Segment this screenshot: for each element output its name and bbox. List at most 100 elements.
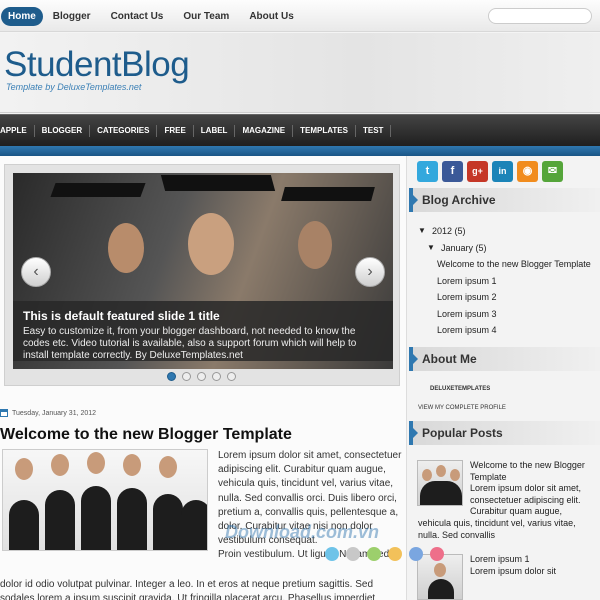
category-apple[interactable]: APPLE xyxy=(0,124,35,137)
popular-post-1-title[interactable]: Welcome to the new Blogger Template xyxy=(470,460,585,482)
google-plus-icon[interactable]: g+ xyxy=(467,161,488,182)
search-input[interactable] xyxy=(488,8,592,24)
archive-year-count: (5) xyxy=(454,226,466,236)
slider-dot-4[interactable] xyxy=(212,372,221,381)
facebook-icon[interactable]: f xyxy=(442,161,463,182)
archive-post-link[interactable]: Lorem ipsum 3 xyxy=(418,306,591,323)
linkedin-icon[interactable]: in xyxy=(492,161,513,182)
watermark-dot xyxy=(346,547,360,561)
site-tagline: Template by DeluxeTemplates.net xyxy=(6,82,142,92)
category-templates[interactable]: TEMPLATES xyxy=(293,124,356,137)
site-header: StudentBlog Template by DeluxeTemplates.… xyxy=(0,33,600,113)
post-body-full: dolor id odio volutpat pulvinar. Integer… xyxy=(0,579,376,600)
person-shape xyxy=(420,481,462,505)
slide-text: Easy to customize it, from your blogger … xyxy=(23,326,357,361)
student-face xyxy=(188,213,234,275)
popular-post-2-snippet: Lorem ipsum dolor sit xyxy=(470,565,557,576)
watermark-dots xyxy=(325,547,451,561)
popular-post-1: Welcome to the new Blogger Template Lore… xyxy=(470,460,590,518)
archive-post-link[interactable]: Lorem ipsum 2 xyxy=(418,289,591,306)
popular-post-2-title[interactable]: Lorem ipsum 1 xyxy=(470,554,530,564)
email-icon[interactable]: ✉ xyxy=(542,161,563,182)
person-head xyxy=(51,454,69,476)
about-me-heading: About Me xyxy=(409,347,600,371)
graduation-cap-shape xyxy=(50,183,146,197)
twitter-icon[interactable]: t xyxy=(417,161,438,182)
category-categories[interactable]: CATEGORIES xyxy=(90,124,158,137)
post-date: Tuesday, January 31, 2012 xyxy=(0,409,96,417)
person-head xyxy=(87,452,105,474)
category-test[interactable]: TEST xyxy=(356,124,392,137)
social-icons: t f g+ in ◉ ✉ xyxy=(417,161,567,182)
slide-title[interactable]: This is default featured slide 1 title xyxy=(23,309,383,323)
person-shape xyxy=(181,500,207,550)
nav-contact-us[interactable]: Contact Us xyxy=(101,7,174,26)
nav-home[interactable]: Home xyxy=(1,7,43,26)
watermark-dot xyxy=(367,547,381,561)
blog-archive-list: ▼ 2012 (5) ▼ January (5) Welcome to the … xyxy=(418,223,591,339)
category-bar: APPLE BLOGGER CATEGORIES FREE LABEL MAGA… xyxy=(0,114,600,146)
watermark-dot xyxy=(430,547,444,561)
slider-next-button[interactable]: › xyxy=(355,257,385,287)
archive-month[interactable]: January xyxy=(441,240,473,257)
person-shape xyxy=(153,494,183,550)
post-image xyxy=(2,449,208,551)
person-head xyxy=(436,465,446,477)
archive-post-link[interactable]: Lorem ipsum 1 xyxy=(418,273,591,290)
rss-icon[interactable]: ◉ xyxy=(517,161,538,182)
nav-our-team[interactable]: Our Team xyxy=(173,7,239,26)
featured-slide-image[interactable]: This is default featured slide 1 title E… xyxy=(13,173,393,369)
person-shape xyxy=(81,486,111,550)
student-face xyxy=(298,221,332,269)
slider-pagination xyxy=(167,372,242,381)
category-free[interactable]: FREE xyxy=(157,124,194,137)
slider-dot-3[interactable] xyxy=(197,372,206,381)
category-label[interactable]: LABEL xyxy=(194,124,236,137)
watermark-dot xyxy=(325,547,339,561)
popular-post-1-snippet-continued: vehicula quis, tincidunt vel, varius vit… xyxy=(418,518,576,540)
popular-post-1-snippet: Lorem ipsum dolor sit amet, consectetuer… xyxy=(470,483,582,516)
student-face xyxy=(108,223,144,273)
archive-month-row[interactable]: ▼ January (5) xyxy=(418,240,591,257)
popular-posts-heading: Popular Posts xyxy=(409,421,600,445)
popular-post-thumbnail[interactable] xyxy=(417,460,463,506)
calendar-icon xyxy=(0,409,8,417)
archive-month-count: (5) xyxy=(475,242,487,253)
archive-post-link[interactable]: Lorem ipsum 4 xyxy=(418,322,591,339)
watermark-dot xyxy=(409,547,423,561)
post-title[interactable]: Welcome to the new Blogger Template xyxy=(0,426,292,444)
person-head xyxy=(15,458,33,480)
graduation-cap-shape xyxy=(281,187,375,201)
person-head xyxy=(450,469,460,481)
nav-blogger[interactable]: Blogger xyxy=(43,7,101,26)
about-author-name[interactable]: DELUXETEMPLATES xyxy=(430,386,490,392)
person-head xyxy=(422,469,432,481)
nav-about-us[interactable]: About Us xyxy=(239,7,303,26)
graduation-cap-shape xyxy=(160,175,276,191)
person-head xyxy=(123,454,141,476)
slider-dot-1[interactable] xyxy=(167,372,176,381)
category-magazine[interactable]: MAGAZINE xyxy=(235,124,294,137)
view-profile-link[interactable]: VIEW MY COMPLETE PROFILE xyxy=(418,405,506,411)
person-shape xyxy=(9,500,39,550)
archive-year[interactable]: 2012 xyxy=(432,223,452,240)
popular-post-2: Lorem ipsum 1 Lorem ipsum dolor sit xyxy=(470,554,590,577)
person-shape xyxy=(45,490,75,550)
person-head xyxy=(159,456,177,478)
featured-slider: This is default featured slide 1 title E… xyxy=(4,164,400,386)
blog-archive-heading: Blog Archive xyxy=(409,188,600,212)
post-body-right: Lorem ipsum dolor sit amet, consectetuer… xyxy=(218,449,406,563)
archive-post-link[interactable]: Welcome to the new Blogger Template xyxy=(418,256,591,273)
archive-year-row[interactable]: ▼ 2012 (5) xyxy=(418,223,591,240)
slider-prev-button[interactable]: ‹ xyxy=(21,257,51,287)
slider-dot-5[interactable] xyxy=(227,372,236,381)
site-title[interactable]: StudentBlog xyxy=(4,45,190,85)
slider-dot-2[interactable] xyxy=(182,372,191,381)
slide-caption: This is default featured slide 1 title E… xyxy=(13,301,393,361)
top-navigation: Home Blogger Contact Us Our Team About U… xyxy=(0,0,600,32)
person-head xyxy=(434,563,446,577)
expand-triangle-icon[interactable]: ▼ xyxy=(418,223,432,240)
expand-triangle-icon[interactable]: ▼ xyxy=(427,240,441,257)
watermark-dot xyxy=(388,547,402,561)
category-blogger[interactable]: BLOGGER xyxy=(35,124,91,137)
